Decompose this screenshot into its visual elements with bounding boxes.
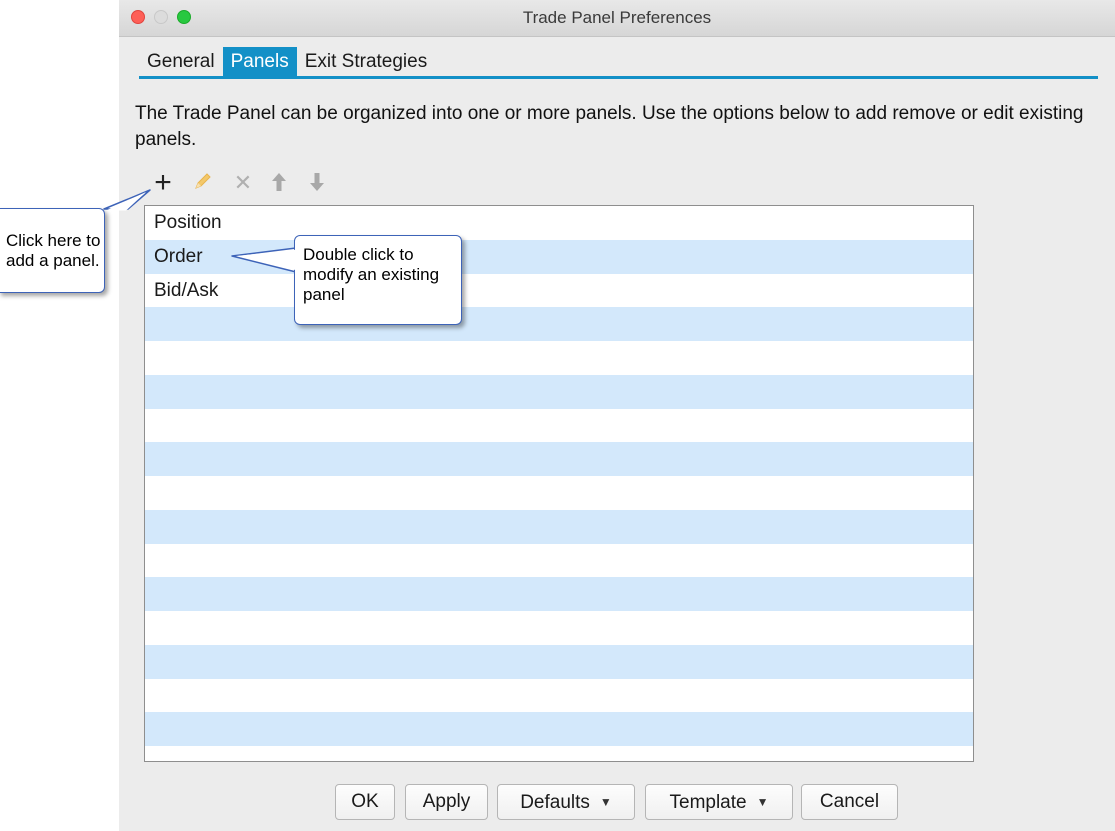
ok-button[interactable]: OK [335,784,395,820]
tab-general[interactable]: General [139,47,223,77]
empty-row [145,611,973,645]
empty-row [145,544,973,578]
list-item[interactable]: Bid/Ask [145,274,973,308]
empty-row [145,712,973,746]
empty-row [145,679,973,713]
empty-row [145,442,973,476]
list-item[interactable]: Order [145,239,973,274]
tab-underline [139,76,1098,79]
apply-button[interactable]: Apply [405,784,488,820]
add-panel-callout: Click here to add a panel. [0,208,105,293]
empty-row [145,476,973,510]
panels-list[interactable]: Position Order Bid/Ask [144,205,974,762]
plus-icon[interactable]: + [151,168,175,198]
chevron-down-icon: ▼ [599,795,612,809]
tab-panels[interactable]: Panels [222,47,297,77]
defaults-button-label: Defaults [520,792,590,813]
empty-row [145,509,973,544]
tab-bar: General Panels Exit Strategies [139,47,435,77]
arrow-down-icon[interactable] [305,170,329,196]
apply-button-label: Apply [422,791,471,812]
window-title: Trade Panel Preferences [522,8,712,27]
panels-description: The Trade Panel can be organized into on… [135,103,1084,150]
chevron-down-icon: ▼ [756,795,769,809]
cancel-button[interactable]: Cancel [801,784,898,820]
empty-row [145,409,973,443]
x-icon[interactable]: ✕ [231,170,255,196]
list-item[interactable]: Position [145,206,973,240]
preferences-window: Trade Panel Preferences General Panels E… [119,0,1115,831]
arrow-up-graphic [272,173,286,191]
empty-row [145,341,973,375]
empty-row [145,374,973,409]
title-bar[interactable]: Trade Panel Preferences [119,0,1115,37]
empty-row [145,307,973,341]
empty-row [145,746,973,761]
arrow-up-icon[interactable] [267,170,291,196]
defaults-dropdown-button[interactable]: Defaults ▼ [497,784,635,820]
template-button-label: Template [669,792,747,813]
modify-panel-callout: Double click to modify an existing panel [294,235,462,325]
template-dropdown-button[interactable]: Template ▼ [645,784,793,820]
cancel-button-label: Cancel [819,791,880,812]
arrow-down-graphic [310,173,324,191]
empty-row [145,644,973,679]
empty-row [145,577,973,611]
tab-exit-strategies[interactable]: Exit Strategies [297,47,436,77]
pencil-icon-graphic [195,173,211,189]
pencil-icon[interactable] [191,170,215,196]
